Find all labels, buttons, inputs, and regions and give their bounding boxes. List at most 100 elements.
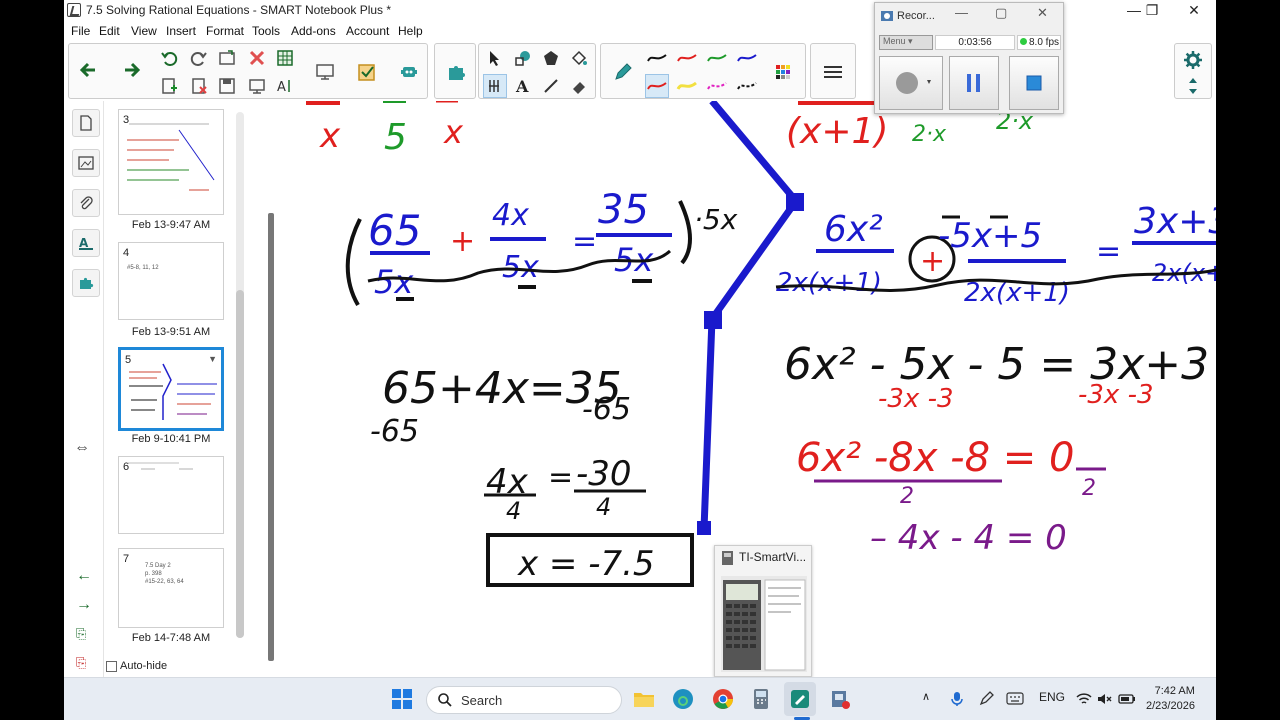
- redo-icon[interactable]: [187, 46, 211, 70]
- show-hidden-icons-chevron-icon[interactable]: ∧: [922, 690, 930, 703]
- page-thumbnail-7[interactable]: 7 7.5 Day 2 p. 398 #15-22, 63, 64: [118, 548, 224, 628]
- menu-view[interactable]: View: [131, 24, 157, 38]
- menu-help[interactable]: Help: [398, 24, 423, 38]
- record-button[interactable]: [879, 56, 943, 110]
- table-icon[interactable]: [273, 46, 297, 70]
- speaker-muted-icon[interactable]: [1096, 692, 1112, 706]
- pen-highlight-selected-icon[interactable]: [645, 74, 669, 98]
- maximize-button[interactable]: ❐: [1132, 0, 1172, 21]
- color-palette-icon[interactable]: [771, 60, 795, 84]
- pen-red-icon[interactable]: [675, 46, 699, 70]
- auto-hide-checkbox[interactable]: Auto-hide: [106, 660, 167, 672]
- pen-dashed-icon[interactable]: [735, 74, 759, 98]
- close-button[interactable]: ✕: [1174, 0, 1214, 21]
- puzzle-piece-icon[interactable]: [444, 60, 468, 84]
- line-style-icon[interactable]: [821, 60, 845, 84]
- addons-tab[interactable]: [72, 269, 100, 297]
- shape-circle-icon[interactable]: [511, 46, 535, 70]
- screen-shade-icon[interactable]: [245, 74, 269, 98]
- toolbar-position-icon[interactable]: [1181, 74, 1205, 98]
- touch-keyboard-icon[interactable]: [1006, 692, 1024, 706]
- pen-green-icon[interactable]: [705, 46, 729, 70]
- pencil-icon[interactable]: [611, 60, 635, 84]
- auto-hide-checkbox-box[interactable]: [106, 660, 117, 672]
- menu-tools[interactable]: Tools: [252, 24, 280, 38]
- text-format-icon[interactable]: A: [273, 74, 297, 98]
- display-icon[interactable]: [313, 60, 337, 84]
- menu-format[interactable]: Format: [206, 24, 244, 38]
- system-clock[interactable]: 7:42 AM 2/23/2026: [1146, 684, 1195, 714]
- battery-icon[interactable]: [1118, 693, 1136, 705]
- sorter-next-arrow-icon[interactable]: →: [76, 596, 92, 614]
- recorder-minimize-button[interactable]: —: [955, 5, 968, 20]
- gear-icon[interactable]: [1181, 48, 1205, 72]
- recorder-close-button[interactable]: ✕: [1037, 5, 1048, 21]
- wifi-icon[interactable]: [1076, 692, 1092, 706]
- pen-magenta-icon[interactable]: [705, 74, 729, 98]
- sorter-delete-page-icon[interactable]: ⎘: [76, 655, 86, 671]
- pen-yellow-icon[interactable]: [675, 74, 699, 98]
- delete-icon[interactable]: [245, 46, 269, 70]
- polygon-icon[interactable]: [539, 46, 563, 70]
- menu-edit[interactable]: Edit: [99, 24, 120, 38]
- sorter-add-page-icon[interactable]: ⎘: [76, 626, 86, 642]
- pen-tool-icon[interactable]: [483, 74, 507, 98]
- smart-notebook-taskbar-icon[interactable]: [788, 687, 812, 711]
- text-tool-icon[interactable]: A: [511, 74, 535, 98]
- sorter-scrollbar-thumb[interactable]: [236, 290, 244, 638]
- recorder-app-icon: [881, 11, 893, 21]
- pen-menu-icon[interactable]: [978, 691, 994, 707]
- sorter-prev-arrow-icon[interactable]: ←: [76, 567, 92, 585]
- pause-button[interactable]: [949, 56, 999, 110]
- ti-smartview-preview[interactable]: TI-SmartVi...: [714, 545, 812, 677]
- open-file-icon[interactable]: [215, 46, 239, 70]
- line-tool-icon[interactable]: [539, 74, 563, 98]
- clock-time: 7:42 AM: [1154, 685, 1195, 697]
- pen-black-icon[interactable]: [645, 46, 669, 70]
- panel-splitter[interactable]: [268, 213, 274, 661]
- recorder-menu-dropdown[interactable]: Menu ▾: [879, 35, 933, 50]
- microphone-icon[interactable]: [950, 691, 964, 707]
- menu-insert[interactable]: Insert: [166, 24, 196, 38]
- resize-arrows-icon[interactable]: ⇔: [74, 439, 90, 457]
- next-page-arrow-icon[interactable]: [119, 58, 143, 82]
- gallery-tab[interactable]: [72, 149, 100, 177]
- taskbar-search-box[interactable]: Search: [426, 686, 622, 714]
- page-thumbnail-6[interactable]: 6: [118, 456, 224, 534]
- undo-icon[interactable]: [157, 46, 181, 70]
- windows-start-icon[interactable]: [390, 687, 414, 711]
- stop-button[interactable]: [1009, 56, 1059, 110]
- eraser-icon[interactable]: [567, 74, 591, 98]
- page-thumbnail-5[interactable]: 5 ▼: [118, 347, 224, 431]
- remove-page-icon[interactable]: [187, 74, 211, 98]
- fill-bucket-icon[interactable]: [567, 46, 591, 70]
- save-icon[interactable]: [215, 74, 239, 98]
- menu-addons[interactable]: Add-ons: [291, 24, 336, 38]
- pen-blue-icon[interactable]: [735, 46, 759, 70]
- addon-robot-icon[interactable]: [397, 60, 421, 84]
- chrome-browser-icon[interactable]: [711, 687, 735, 711]
- page-thumbnail-3[interactable]: 3: [118, 109, 224, 215]
- attachments-tab[interactable]: [72, 189, 100, 217]
- svg-text:+: +: [450, 224, 475, 259]
- page-thumbnail-4[interactable]: 4 #5-8, 11, 12: [118, 242, 224, 320]
- language-indicator[interactable]: ENG: [1039, 690, 1065, 704]
- ti-smartview-taskbar-icon[interactable]: [750, 687, 774, 711]
- add-page-icon[interactable]: [157, 74, 181, 98]
- page-sorter-tab[interactable]: [72, 109, 100, 137]
- top-2x-1: 2·x: [912, 122, 947, 147]
- menu-file[interactable]: File: [71, 24, 90, 38]
- activity-icon[interactable]: [355, 60, 379, 84]
- recorder-maximize-button[interactable]: ▢: [995, 5, 1007, 21]
- recorder-taskbar-icon[interactable]: [828, 687, 852, 711]
- right-step2-den-left: 2: [900, 484, 914, 509]
- properties-tab[interactable]: A: [72, 229, 100, 257]
- right-step2-den-right: 2: [1082, 476, 1096, 501]
- select-arrow-icon[interactable]: [483, 46, 507, 70]
- previous-page-arrow-icon[interactable]: [77, 58, 101, 82]
- edge-browser-icon[interactable]: [671, 687, 695, 711]
- toolbar-group-pens: [600, 43, 806, 99]
- menu-account[interactable]: Account: [346, 24, 389, 38]
- page-label-5: Feb 9-10:41 PM: [131, 433, 211, 445]
- file-explorer-icon[interactable]: [632, 687, 656, 711]
